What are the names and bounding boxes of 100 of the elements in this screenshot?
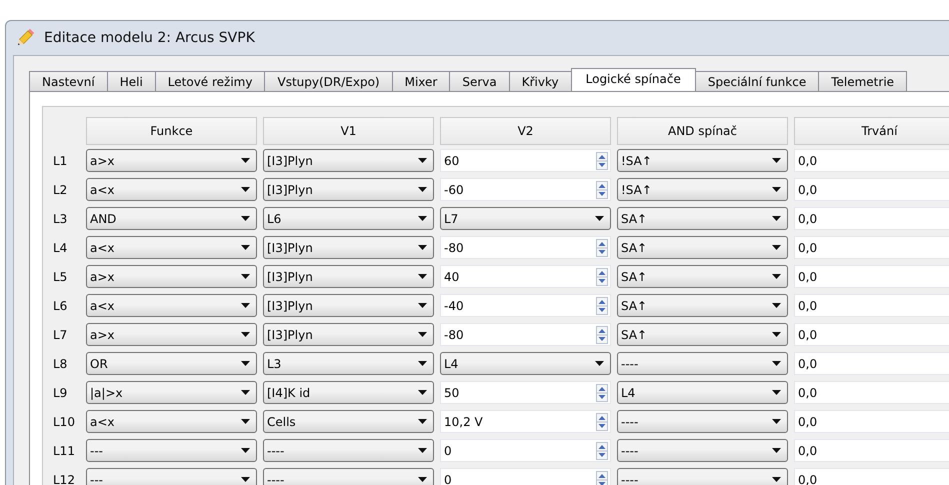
spin-arrows-icon[interactable] bbox=[596, 268, 608, 286]
dropdown[interactable]: !SA↑ bbox=[617, 178, 788, 201]
spin-field[interactable]: 0,0 bbox=[794, 265, 949, 288]
dropdown[interactable]: SA↑ bbox=[617, 207, 788, 230]
dropdown[interactable]: [I3]Plyn bbox=[263, 265, 434, 288]
spin-arrows-icon[interactable] bbox=[596, 152, 608, 170]
caret-icon bbox=[241, 448, 250, 453]
dropdown[interactable]: ---- bbox=[617, 410, 788, 433]
spin-arrows-icon[interactable] bbox=[596, 296, 608, 314]
dropdown[interactable]: Cells bbox=[263, 410, 434, 433]
dropdown[interactable]: a<x bbox=[86, 294, 257, 317]
caret-icon bbox=[772, 390, 781, 395]
caret-icon bbox=[772, 477, 781, 482]
dropdown[interactable]: ---- bbox=[617, 468, 788, 485]
caret-icon bbox=[241, 361, 250, 366]
spin-field[interactable]: -40 bbox=[440, 294, 611, 317]
tab[interactable]: Serva bbox=[449, 71, 510, 91]
dropdown[interactable]: a>x bbox=[86, 265, 257, 288]
spin-field[interactable]: 0,0 bbox=[794, 236, 949, 259]
window-title: Editace modelu 2: Arcus SVPK bbox=[44, 30, 255, 46]
dropdown[interactable]: [I4]K id bbox=[263, 381, 434, 404]
dropdown[interactable]: L4 bbox=[440, 352, 611, 375]
dropdown[interactable]: ---- bbox=[617, 352, 788, 375]
column-header[interactable]: V1 bbox=[263, 117, 434, 145]
dropdown[interactable]: SA↑ bbox=[617, 265, 788, 288]
spin-field[interactable]: 0,0 bbox=[794, 468, 949, 485]
spin-arrows-icon[interactable] bbox=[596, 326, 608, 344]
tab[interactable]: Telemetrie bbox=[818, 71, 908, 91]
dropdown[interactable]: L3 bbox=[263, 352, 434, 375]
spin-field[interactable]: 50 bbox=[440, 381, 611, 404]
column-header[interactable]: Trvání bbox=[794, 117, 949, 145]
spin-arrows-icon[interactable] bbox=[596, 470, 608, 485]
spin-field[interactable]: 0,0 bbox=[794, 149, 949, 172]
spin-field[interactable]: 0 bbox=[440, 439, 611, 462]
spin-field[interactable]: 0,0 bbox=[794, 207, 949, 230]
dropdown[interactable]: ---- bbox=[617, 439, 788, 462]
spin-arrows-icon[interactable] bbox=[596, 384, 608, 402]
dropdown[interactable]: OR bbox=[86, 352, 257, 375]
spin-field[interactable]: 0,0 bbox=[794, 439, 949, 462]
spin-field[interactable]: -80 bbox=[440, 236, 611, 259]
caret-icon bbox=[418, 477, 427, 482]
spin-field[interactable]: 40 bbox=[440, 265, 611, 288]
tab[interactable]: Speciální funkce bbox=[694, 71, 820, 91]
caret-icon bbox=[241, 274, 250, 279]
tab[interactable]: Logické spínače bbox=[570, 68, 696, 91]
spin-field[interactable]: 0,0 bbox=[794, 381, 949, 404]
spin-field[interactable]: -80 bbox=[440, 323, 611, 346]
row-label: L7 bbox=[52, 326, 68, 344]
caret-icon bbox=[418, 419, 427, 424]
spin-field[interactable]: 0,0 bbox=[794, 352, 949, 375]
dropdown[interactable]: --- bbox=[86, 468, 257, 485]
spin-field[interactable]: 0,0 bbox=[794, 323, 949, 346]
spin-arrows-icon[interactable] bbox=[596, 442, 608, 460]
dropdown[interactable]: [I3]Plyn bbox=[263, 236, 434, 259]
spin-arrows-icon[interactable] bbox=[596, 238, 608, 256]
dropdown[interactable]: ---- bbox=[263, 468, 434, 485]
tab[interactable]: Křivky bbox=[508, 71, 572, 91]
dropdown[interactable]: [I3]Plyn bbox=[263, 323, 434, 346]
column-header[interactable]: V2 bbox=[440, 117, 611, 145]
dropdown[interactable]: a<x bbox=[86, 410, 257, 433]
tab[interactable]: Vstupy(DR/Expo) bbox=[264, 71, 393, 91]
dropdown[interactable]: [I3]Plyn bbox=[263, 178, 434, 201]
spin-arrows-icon[interactable] bbox=[596, 180, 608, 198]
spin-field[interactable]: 0,0 bbox=[794, 410, 949, 433]
dropdown[interactable]: [I3]Plyn bbox=[263, 149, 434, 172]
dropdown[interactable]: SA↑ bbox=[617, 294, 788, 317]
dropdown[interactable]: a>x bbox=[86, 149, 257, 172]
dropdown[interactable]: a<x bbox=[86, 236, 257, 259]
dropdown[interactable]: !SA↑ bbox=[617, 149, 788, 172]
row-label: L9 bbox=[52, 384, 68, 402]
dropdown[interactable]: L4 bbox=[617, 381, 788, 404]
caret-icon bbox=[595, 216, 604, 221]
dropdown[interactable]: AND bbox=[86, 207, 257, 230]
dropdown[interactable]: a>x bbox=[86, 323, 257, 346]
spin-arrows-icon[interactable] bbox=[596, 412, 608, 430]
spin-field[interactable]: 0,0 bbox=[794, 294, 949, 317]
spin-field[interactable]: 0 bbox=[440, 468, 611, 485]
row-label: L6 bbox=[52, 298, 68, 314]
dropdown[interactable]: SA↑ bbox=[617, 236, 788, 259]
dropdown[interactable]: SA↑ bbox=[617, 323, 788, 346]
spin-field[interactable]: 10,2 V bbox=[440, 410, 611, 433]
tab[interactable]: Nastevní bbox=[29, 71, 108, 91]
tab[interactable]: Letové režimy bbox=[154, 71, 266, 91]
tab[interactable]: Mixer bbox=[392, 71, 450, 91]
caret-icon bbox=[418, 332, 427, 337]
caret-icon bbox=[418, 390, 427, 395]
spin-field[interactable]: -60 bbox=[440, 178, 611, 201]
dropdown[interactable]: [I3]Plyn bbox=[263, 294, 434, 317]
tab[interactable]: Heli bbox=[106, 71, 156, 91]
dropdown[interactable]: |a|>x bbox=[86, 381, 257, 404]
dropdown[interactable]: --- bbox=[86, 439, 257, 462]
dropdown[interactable]: a<x bbox=[86, 178, 257, 201]
spin-field[interactable]: 0,0 bbox=[794, 178, 949, 201]
column-header[interactable]: AND spínač bbox=[617, 117, 788, 145]
spin-field[interactable]: 60 bbox=[440, 149, 611, 172]
dropdown[interactable]: L6 bbox=[263, 207, 434, 230]
dropdown[interactable]: L7 bbox=[440, 207, 611, 230]
caret-icon bbox=[772, 187, 781, 192]
column-header[interactable]: Funkce bbox=[86, 117, 257, 145]
dropdown[interactable]: ---- bbox=[263, 439, 434, 462]
